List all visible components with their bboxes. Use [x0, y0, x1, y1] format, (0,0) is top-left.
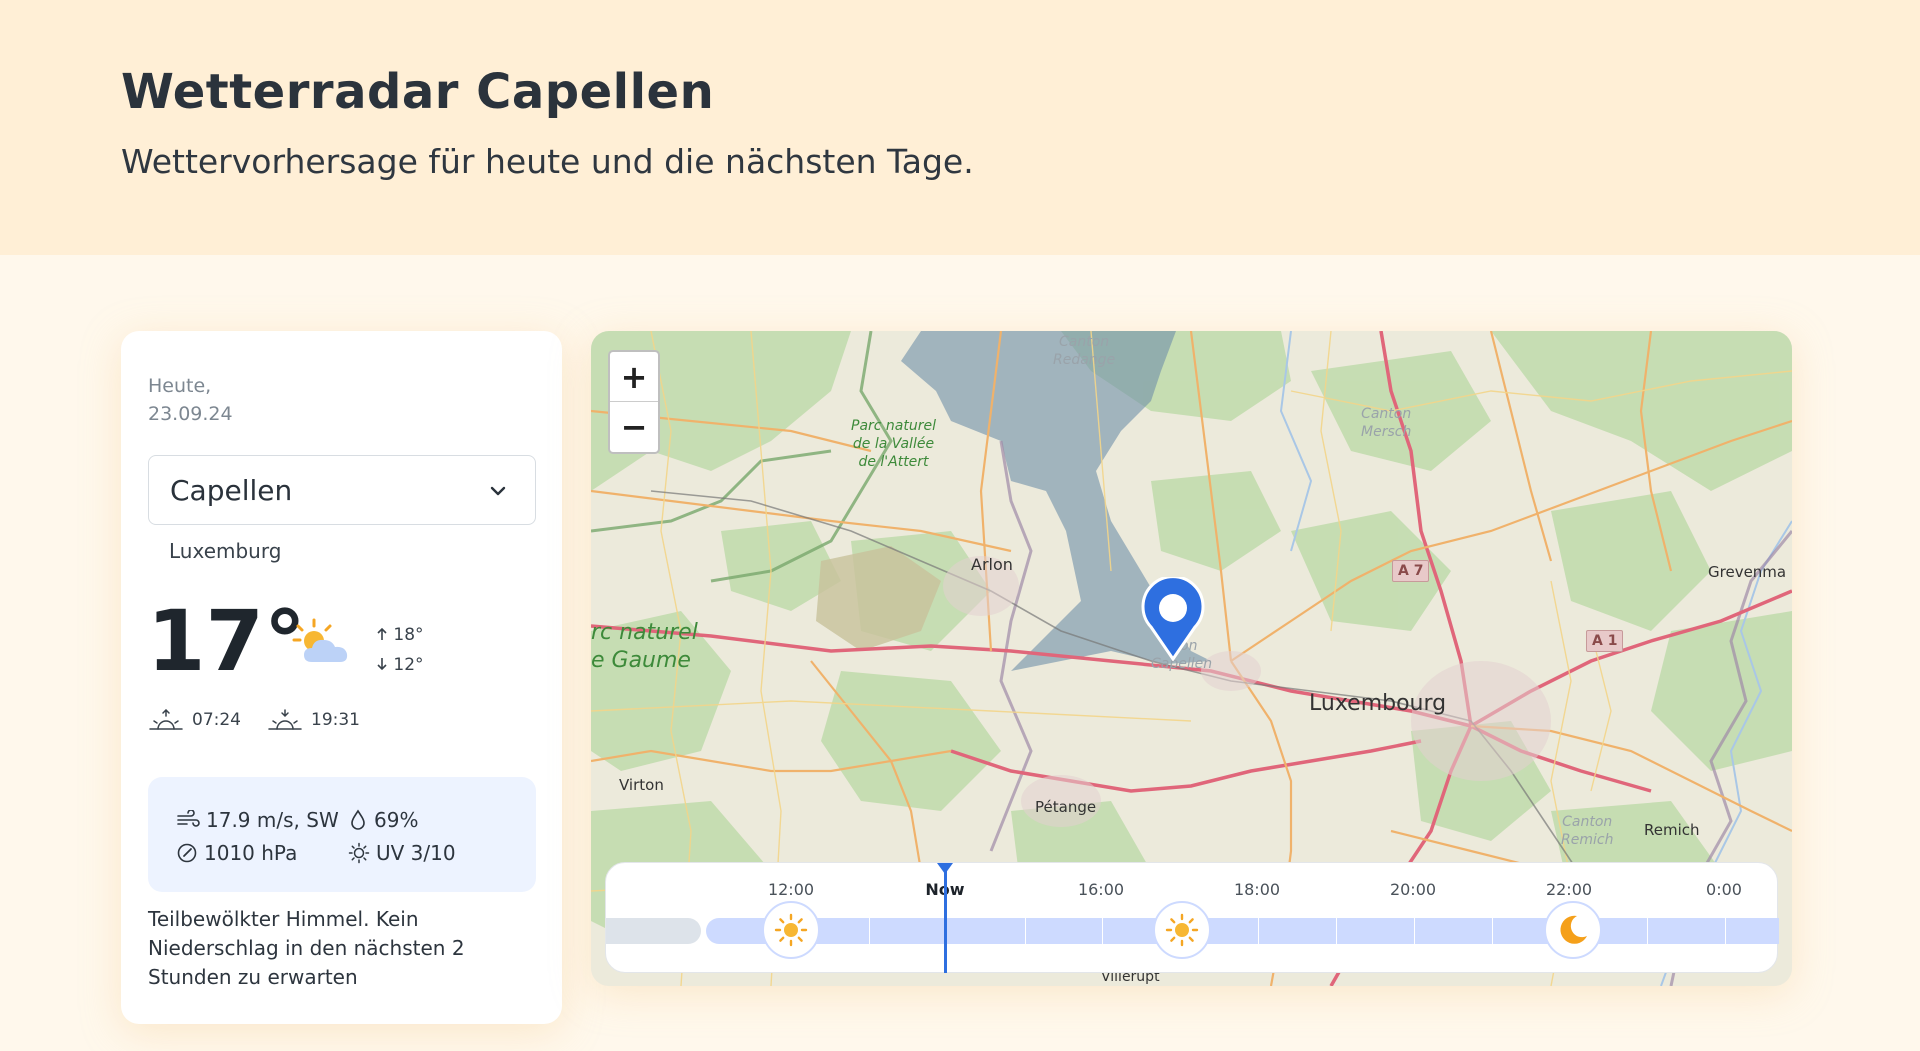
- zoom-in-button[interactable]: +: [610, 352, 658, 402]
- sunset-icon: [268, 709, 302, 730]
- sunset-time: 19:31: [311, 710, 360, 730]
- sunrise-time: 07:24: [192, 710, 241, 730]
- map-label-canton-mersch: Canton Mersch: [1361, 406, 1412, 440]
- map-label-grevenmacher: Grevenma: [1708, 563, 1787, 581]
- page-subtitle: Wettervorhersage für heute und die nächs…: [121, 142, 974, 181]
- temp-low: 12°: [376, 650, 424, 680]
- timeline-label-12: 12:00: [767, 880, 815, 899]
- sunrise: 07:24: [148, 709, 241, 731]
- map-label-a1: A 1: [1586, 630, 1624, 652]
- timeline-now-handle[interactable]: [937, 863, 953, 874]
- map-label-parc-gaume: rc naturel e Gaume: [591, 620, 698, 673]
- timeline-tick: [1414, 918, 1415, 944]
- chevron-down-icon: [490, 486, 506, 496]
- temp-low-value: 12°: [393, 655, 424, 675]
- uv-value: UV 3/10: [376, 840, 456, 865]
- temp-high: 18°: [376, 620, 424, 650]
- timeline-past-segment: [606, 918, 701, 944]
- pressure-gauge-icon: [177, 843, 197, 862]
- temp-high-value: 18°: [393, 625, 424, 645]
- sunrise-icon: [149, 709, 183, 730]
- timeline-now-indicator[interactable]: [944, 865, 947, 973]
- timeline-label-16: 16:00: [1077, 880, 1125, 899]
- wind-value: 17.9 m/s, SW: [206, 807, 339, 832]
- timeline-tick: [1102, 918, 1103, 944]
- high-low: 18° 12°: [376, 620, 424, 680]
- sunset: 19:31: [267, 709, 360, 731]
- weather-card: Heute, 23.09.24 Capellen Luxemburg 17° 1…: [121, 331, 562, 1024]
- sun-icon: [762, 901, 820, 959]
- timeline-tick: [869, 918, 870, 944]
- map-label-remich: Remich: [1644, 821, 1700, 839]
- timeline-tick: [1258, 918, 1259, 944]
- time-slider[interactable]: 12:00 Now 16:00 18:00 20:00 22:00 0:00: [605, 862, 1779, 973]
- uv-sun-icon: [348, 842, 370, 863]
- sun-icon: [1153, 901, 1211, 959]
- sun-times: 07:24 19:31: [148, 709, 386, 731]
- timeline-tick: [1647, 918, 1648, 944]
- radar-map[interactable]: + − Canton Redange Parc naturel de la Va…: [591, 331, 1792, 986]
- timeline-tick: [1025, 918, 1026, 944]
- timeline-label-18: 18:00: [1233, 880, 1281, 899]
- map-label-arlon: Arlon: [971, 555, 1013, 574]
- location-pin-icon[interactable]: [1141, 577, 1205, 661]
- uv-stat: UV 3/10: [348, 841, 456, 865]
- timeline-tick: [1336, 918, 1337, 944]
- map-label-luxembourg: Luxembourg: [1309, 691, 1447, 716]
- map-label-canton-redange: Canton Redange: [1053, 334, 1116, 368]
- timeline-label-20: 20:00: [1389, 880, 1437, 899]
- map-label-petange: Pétange: [1035, 798, 1097, 816]
- timeline-forecast-segment: [706, 918, 1779, 944]
- page-title: Wetterradar Capellen: [121, 64, 715, 120]
- location-select-value: Capellen: [170, 473, 293, 507]
- date-label: Heute, 23.09.24: [148, 372, 233, 428]
- humidity-stat: 69%: [348, 808, 418, 832]
- country-label: Luxemburg: [169, 539, 282, 563]
- pressure-stat: 1010 hPa: [176, 841, 348, 865]
- page-header: Wetterradar Capellen Wettervorhersage fü…: [0, 0, 1920, 255]
- zoom-out-button[interactable]: −: [610, 402, 658, 452]
- map-label-virton: Virton: [619, 776, 664, 794]
- map-label-a7: A 7: [1392, 560, 1430, 582]
- humidity-value: 69%: [374, 807, 419, 832]
- timeline-tick: [1492, 918, 1493, 944]
- forecast-description: Teilbewölkter Himmel. Kein Niederschlag …: [148, 907, 465, 989]
- arrow-down-icon: [377, 658, 387, 671]
- wind-stat: 17.9 m/s, SW: [176, 808, 348, 832]
- map-label-canton-remich: Canton Remich: [1561, 814, 1614, 848]
- timeline-label-22: 22:00: [1545, 880, 1593, 899]
- pressure-value: 1010 hPa: [204, 840, 298, 865]
- arrow-up-icon: [377, 627, 387, 640]
- location-select[interactable]: Capellen: [148, 455, 536, 525]
- wind-icon: [177, 809, 200, 827]
- timeline-label-0: 0:00: [1706, 880, 1742, 899]
- timeline-tick: [1725, 918, 1726, 944]
- weather-stats: 17.9 m/s, SW 69% 1010 hPa UV 3/10: [148, 777, 536, 892]
- zoom-controls: + −: [608, 350, 660, 454]
- date-value: 23.09.24: [148, 403, 233, 425]
- map-label-parc-attert: Parc naturel de la Vallée de l'Attert: [851, 418, 936, 470]
- date-today: Heute,: [148, 375, 212, 397]
- moon-icon: [1544, 901, 1602, 959]
- current-temperature: 17°: [147, 592, 306, 690]
- partly-cloudy-icon: [292, 618, 348, 662]
- droplet-icon: [351, 809, 365, 830]
